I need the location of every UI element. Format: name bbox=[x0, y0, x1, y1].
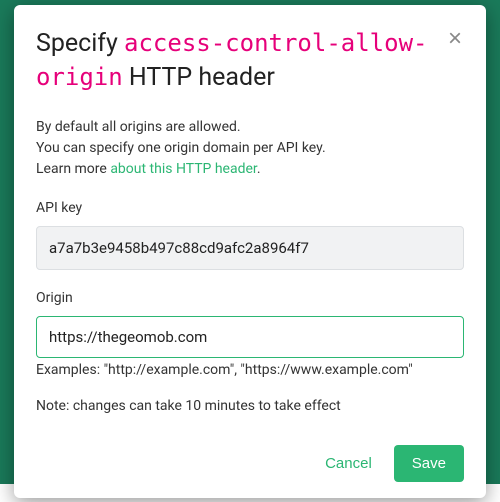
description-line-1: By default all origins are allowed. bbox=[36, 117, 464, 138]
close-button[interactable]: × bbox=[442, 25, 468, 53]
learn-more-link[interactable]: about this HTTP header bbox=[110, 161, 257, 177]
save-button[interactable]: Save bbox=[394, 445, 464, 482]
modal-title: Specify access-control-allow-origin HTTP… bbox=[36, 27, 444, 95]
title-prefix: Specify bbox=[36, 29, 118, 58]
api-key-value: a7a7b3e9458b497c88cd9afc2a8964f7 bbox=[36, 226, 464, 270]
modal-footer: Cancel Save bbox=[36, 427, 464, 482]
cancel-button[interactable]: Cancel bbox=[319, 447, 378, 480]
modal-header: × Specify access-control-allow-origin HT… bbox=[36, 27, 464, 95]
learn-more-prefix: Learn more bbox=[36, 161, 110, 177]
origin-label: Origin bbox=[36, 290, 464, 306]
modal-dialog: × Specify access-control-allow-origin HT… bbox=[14, 5, 486, 498]
learn-more-suffix: . bbox=[257, 161, 261, 177]
api-key-label: API key bbox=[36, 200, 464, 216]
origin-examples: Examples: "http://example.com", "https:/… bbox=[36, 362, 464, 378]
origin-input[interactable] bbox=[36, 316, 464, 358]
description-line-2: You can specify one origin domain per AP… bbox=[36, 138, 464, 159]
description-block: By default all origins are allowed. You … bbox=[36, 117, 464, 180]
close-icon: × bbox=[448, 25, 462, 52]
note-text: Note: changes can take 10 minutes to tak… bbox=[36, 398, 464, 414]
description-line-3: Learn more about this HTTP header. bbox=[36, 159, 464, 180]
title-suffix: HTTP header bbox=[129, 63, 275, 92]
